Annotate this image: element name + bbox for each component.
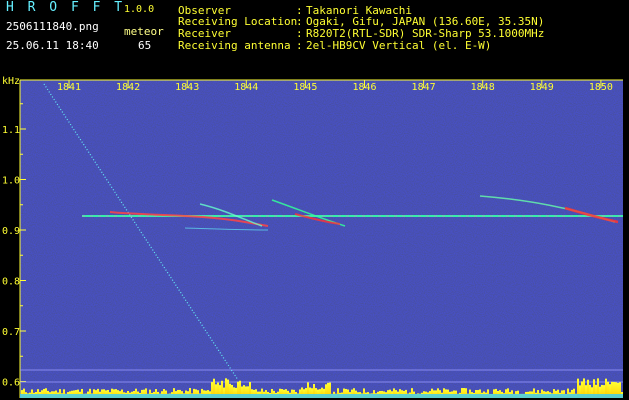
freq-tick-label: 0.9: [2, 226, 20, 237]
freq-axis-unit: kHz: [2, 76, 20, 87]
time-tick-label: 1841: [57, 82, 81, 93]
plot-noise: [20, 80, 623, 398]
time-tick-label: 1845: [293, 82, 317, 93]
freq-tick-label: 0.6: [2, 378, 20, 389]
time-tick-label: 1843: [175, 82, 199, 93]
time-tick-label: 1846: [352, 82, 376, 93]
time-tick-label: 1850: [589, 82, 613, 93]
time-tick-label: 1849: [530, 82, 554, 93]
freq-tick-label: 1.0: [2, 176, 20, 187]
time-tick-label: 1848: [471, 82, 495, 93]
time-tick-label: 1847: [412, 82, 436, 93]
freq-tick-label: 1.1: [2, 125, 20, 136]
freq-tick-label: 0.8: [2, 277, 20, 288]
time-tick-label: 1844: [234, 82, 258, 93]
power-baseline: [20, 394, 623, 398]
time-tick-label: 1842: [116, 82, 140, 93]
spectrogram: 1841 1842 1843 1844 1845 1846 1847 1848 1849 1850…: [2, 76, 623, 398]
freq-tick-label: 0.7: [2, 327, 20, 338]
